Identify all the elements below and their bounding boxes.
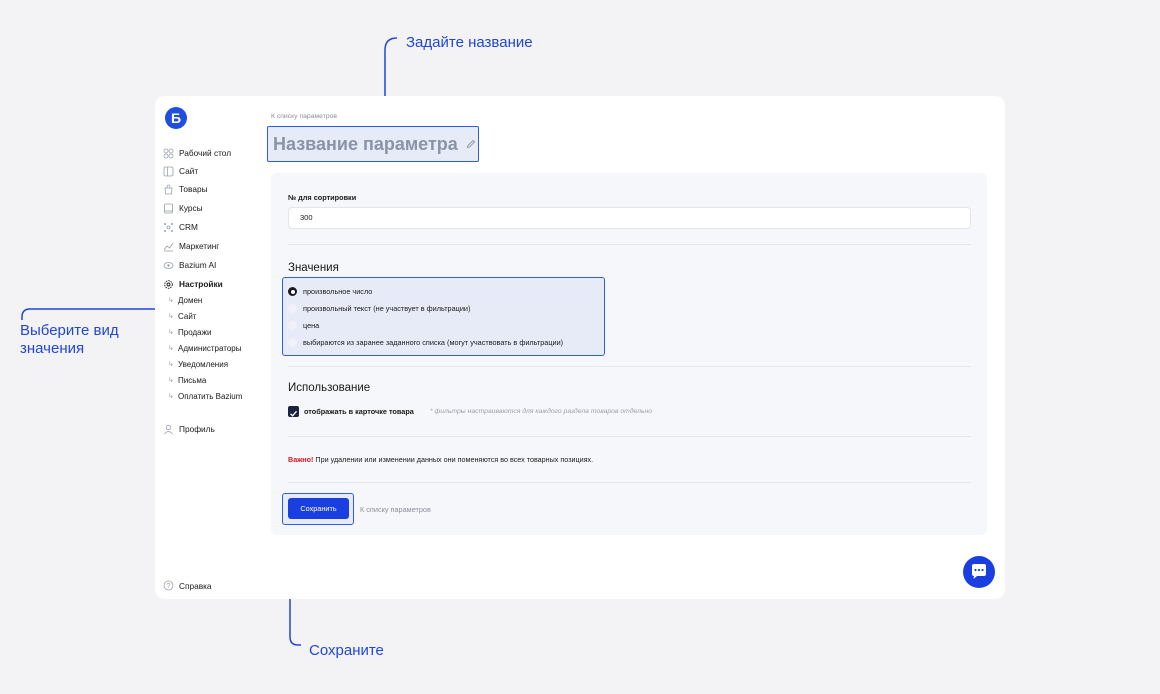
svg-text:?: ? [167,583,171,590]
sidebar-item-profile[interactable]: Профиль [163,422,215,436]
radio-option-price[interactable]: цена [288,320,319,331]
divider [288,244,971,245]
sub-arrow-icon: ↳ [168,393,174,400]
sidebar-subitem-label: Уведомления [178,359,229,369]
radio-icon[interactable] [288,304,297,313]
sidebar-subitem-admins[interactable]: ↳ Администраторы [168,342,241,354]
sort-input[interactable]: 300 [288,207,971,229]
sidebar-item-label: Bazium AI [179,260,217,270]
radio-icon[interactable] [288,338,297,347]
annotation-choose-type-2: значения [20,340,85,357]
sidebar-item-courses[interactable]: Курсы [163,201,203,215]
sort-label: № для сортировки [288,193,357,202]
divider [288,366,971,367]
radio-option-text[interactable]: произвольный текст (не участвует в фильт… [288,303,470,314]
sidebar-subitem-label: Оплатить Bazium [178,391,243,401]
sidebar-subitem-sales[interactable]: ↳ Продажи [168,326,211,338]
site-icon [163,166,174,176]
warning-prefix: Важно! [288,455,314,464]
sidebar-subitem-domain[interactable]: ↳ Домен [168,294,202,306]
page-title[interactable]: Название параметра [273,134,458,155]
annotation-save: Сохраните [309,642,384,659]
sidebar-item-label: Товары [179,184,208,194]
usage-title: Использование [288,382,371,394]
sub-arrow-icon: ↳ [168,313,174,320]
sidebar-item-bazium-ai[interactable]: Bazium AI [163,258,216,272]
sub-arrow-icon: ↳ [168,377,174,384]
sub-arrow-icon: ↳ [168,345,174,352]
gear-icon [164,279,173,289]
sidebar-item-label: Курсы [179,203,203,213]
sidebar-subitem-label: Домен [178,295,203,305]
radio-label: выбираются из заранее заданного списка (… [303,338,564,347]
sidebar-item-site[interactable]: Сайт [163,164,198,178]
pencil-icon[interactable] [466,139,476,149]
sidebar-item-dashboard[interactable]: Рабочий стол [163,146,231,160]
annotation-set-name: Задайте название [406,34,533,51]
radio-label: произвольный текст (не участвует в фильт… [303,304,471,313]
sidebar-item-label: Маркетинг [179,241,220,251]
show-in-card-checkbox[interactable] [288,406,299,417]
title-highlight[interactable]: Название параметра [267,126,479,162]
book-icon [164,203,173,213]
sidebar-item-label: CRM [179,222,198,232]
sidebar-subitem-label: Администраторы [178,343,242,353]
help-icon: ? [163,580,174,591]
warning-text: Важно! При удалении или изменении данных… [288,455,593,464]
sidebar-item-settings[interactable]: Настройки [163,277,223,291]
sidebar-subitem-notifications[interactable]: ↳ Уведомления [168,358,228,370]
help-link[interactable]: ? Справка [163,580,212,591]
sidebar-subitem-label: Письма [178,375,207,385]
warning-message: При удалении или изменении данных они по… [313,455,594,464]
radio-label: цена [303,321,320,330]
sidebar-item-label: Настройки [179,279,223,289]
dashboard-icon [163,148,174,158]
help-label: Справка [179,580,212,591]
radio-option-number[interactable]: произвольное число [288,286,372,297]
breadcrumb[interactable]: К списку параметров [271,113,337,120]
divider [288,482,971,483]
check-icon [290,410,297,417]
sidebar-item-label: Профиль [179,424,215,434]
values-title: Значения [288,262,339,274]
chat-icon [972,564,986,579]
annotation-choose-type-1: Выберите вид [20,322,119,339]
sidebar-item-marketing[interactable]: Маркетинг [163,239,219,253]
back-to-list-link[interactable]: К списку параметров [360,505,431,514]
sidebar-subitem-letters[interactable]: ↳ Письма [168,374,206,386]
radio-selected-icon[interactable] [288,287,297,296]
sidebar-item-products[interactable]: Товары [163,182,208,196]
checkbox-label[interactable]: отображать в карточке товара [304,407,414,416]
radio-label: произвольное число [303,287,373,296]
sidebar-subitem-site[interactable]: ↳ Сайт [168,310,196,322]
radio-option-list[interactable]: выбираются из заранее заданного списка (… [288,337,563,348]
user-icon [164,424,173,434]
chart-icon [163,242,174,251]
sidebar-subitem-pay[interactable]: ↳ Оплатить Bazium [168,390,242,402]
save-button[interactable]: Сохранить [288,498,349,519]
bag-icon [164,184,173,194]
sidebar-item-crm[interactable]: CRM [163,220,198,234]
filter-hint: * фильтры настраиваются для каждого разд… [430,408,652,415]
sidebar-item-label: Рабочий стол [179,148,232,158]
chat-button[interactable] [963,556,995,588]
logo[interactable]: Б [165,107,187,129]
sub-arrow-icon: ↳ [168,329,174,336]
sub-arrow-icon: ↳ [168,361,174,368]
sub-arrow-icon: ↳ [168,297,174,304]
crm-icon [164,222,173,232]
radio-icon[interactable] [288,321,297,330]
sidebar-subitem-label: Продажи [178,327,212,337]
divider [288,436,971,437]
sidebar-subitem-label: Сайт [178,311,197,321]
sidebar-item-label: Сайт [179,166,199,176]
ai-icon [163,261,174,269]
